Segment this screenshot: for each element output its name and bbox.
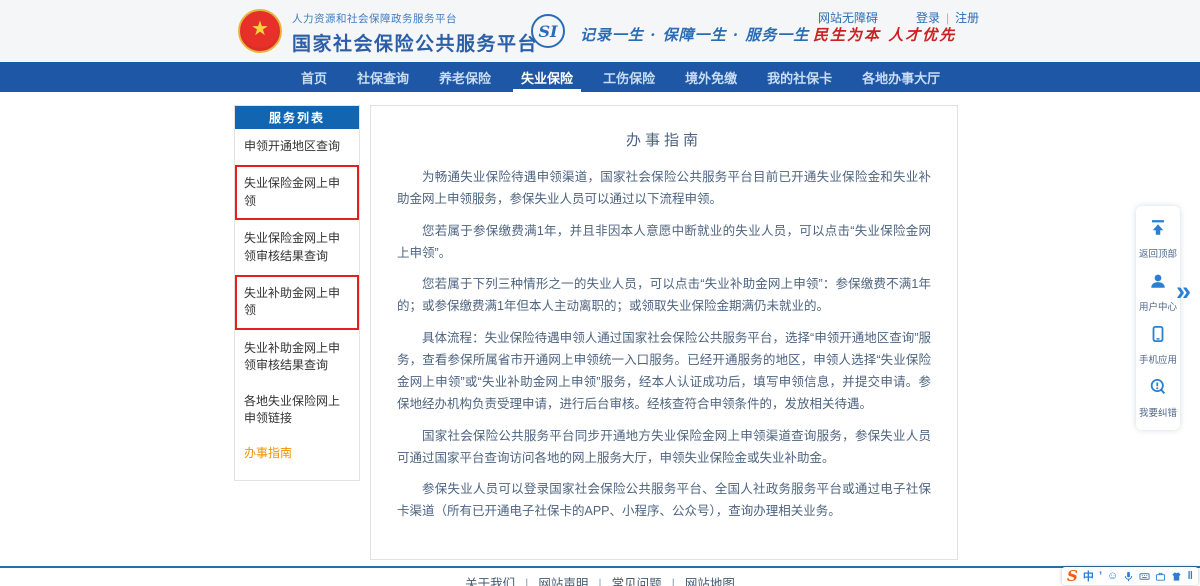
footer-link-statement[interactable]: 网站声明 — [538, 577, 588, 586]
si-slogan: 记录一生 · 保障一生 · 服务一生 — [580, 24, 809, 45]
link-separator: | — [946, 11, 949, 25]
report-error-label: 我要纠错 — [1139, 405, 1177, 419]
service-sidebar: 服务列表 申领开通地区查询 失业保险金网上申领 失业保险金网上申领审核结果查询 … — [234, 105, 360, 481]
guide-paragraph: 参保失业人员可以登录国家社会保险公共服务平台、全国人社政务服务平台或通过电子社保… — [397, 478, 931, 523]
back-to-top-label: 返回顶部 — [1139, 246, 1177, 260]
nav-item-home[interactable]: 首页 — [286, 62, 342, 92]
ime-toolbar: S 中 ’ ☺ ‖ — [1062, 567, 1198, 585]
nav-item-overseas-exemption[interactable]: 境外免缴 — [670, 62, 752, 92]
nav-item-work-injury[interactable]: 工伤保险 — [588, 62, 670, 92]
voice-input-icon[interactable] — [1123, 571, 1134, 582]
nav-item-pension[interactable]: 养老保险 — [424, 62, 506, 92]
sidebar-item-insurance-claim-result[interactable]: 失业保险金网上申领审核结果查询 — [235, 221, 359, 274]
platform-subtitle: 人力资源和社会保障政务服务平台 — [292, 11, 538, 26]
toolbox-icon[interactable] — [1155, 571, 1166, 582]
main-nav: 首页 社保查询 养老保险 失业保险 工伤保险 境外免缴 我的社保卡 各地办事大厅 — [0, 62, 1200, 92]
nav-item-my-card[interactable]: 我的社保卡 — [752, 62, 847, 92]
guide-title: 办事指南 — [397, 129, 931, 150]
guide-paragraph: 您若属于参保缴费满1年，并且非因本人意愿中断就业的失业人员，可以点击“失业保险金… — [397, 220, 931, 265]
mobile-app-button[interactable]: 手机应用 — [1136, 319, 1180, 372]
annotation-box-insurance-claim: 失业保险金网上申领 — [235, 165, 359, 220]
footer-link-sitemap[interactable]: 网站地图 — [685, 577, 735, 586]
guide-paragraph: 具体流程：失业保险待遇申领人通过国家社会保险公共服务平台，选择“申领开通地区查询… — [397, 327, 931, 416]
sidebar-item-region-query[interactable]: 申领开通地区查询 — [235, 129, 359, 164]
sidebar-item-subsidy-online-claim[interactable]: 失业补助金网上申领 — [237, 277, 357, 328]
sidebar-item-subsidy-claim-result[interactable]: 失业补助金网上申领审核结果查询 — [235, 331, 359, 384]
sogou-logo-icon[interactable]: S — [1067, 567, 1078, 585]
nav-item-social-query[interactable]: 社保查询 — [342, 62, 424, 92]
platform-title: 国家社会保险公共服务平台 — [292, 29, 538, 56]
keyboard-icon[interactable] — [1139, 571, 1150, 582]
sidebar-item-local-links[interactable]: 各地失业保险网上申领链接 — [235, 384, 359, 437]
mobile-app-label: 手机应用 — [1139, 352, 1177, 366]
toolbar-collapse-chevron-icon[interactable]: » — [1176, 276, 1191, 307]
user-icon — [1149, 272, 1167, 295]
guide-panel: 办事指南 为畅通失业保险待遇申领渠道，国家社会保险公共服务平台目前已开通失业保险… — [370, 105, 958, 560]
register-link[interactable]: 注册 — [955, 9, 979, 26]
site-header: ★ 人力资源和社会保障政务服务平台 国家社会保险公共服务平台 SI 记录一生 ·… — [0, 0, 1200, 62]
sidebar-title: 服务列表 — [235, 106, 359, 129]
nav-item-local-halls[interactable]: 各地办事大厅 — [847, 62, 955, 92]
emoji-icon[interactable]: ☺ — [1107, 570, 1118, 582]
phone-icon — [1149, 325, 1167, 348]
footer-link-faq[interactable]: 常见问题 — [612, 577, 662, 586]
site-title-block: 人力资源和社会保障政务服务平台 国家社会保险公共服务平台 — [292, 11, 538, 56]
footer-divider — [0, 566, 1200, 568]
si-logo-icon: SI — [531, 14, 565, 48]
guide-paragraph: 您若属于下列三种情形之一的失业人员，可以点击“失业补助金网上申领”：参保缴费不满… — [397, 273, 931, 318]
nav-item-unemployment[interactable]: 失业保险 — [506, 62, 588, 92]
sidebar-item-insurance-online-claim[interactable]: 失业保险金网上申领 — [237, 167, 357, 218]
page: ★ 人力资源和社会保障政务服务平台 国家社会保险公共服务平台 SI 记录一生 ·… — [0, 0, 1200, 586]
resize-handle-icon[interactable]: ‖ — [1188, 570, 1193, 582]
guide-paragraph: 为畅通失业保险待遇申领渠道，国家社会保险公共服务平台目前已开通失业保险金和失业补… — [397, 166, 931, 211]
skin-icon[interactable] — [1171, 571, 1182, 582]
chinese-mode-icon[interactable]: 中 — [1083, 568, 1094, 584]
back-to-top-button[interactable]: 返回顶部 — [1136, 213, 1180, 266]
footer-link-about[interactable]: 关于我们 — [465, 577, 515, 586]
annotation-box-subsidy-claim: 失业补助金网上申领 — [235, 275, 359, 330]
report-error-button[interactable]: 我要纠错 — [1136, 372, 1180, 425]
sidebar-item-guide[interactable]: 办事指南 — [235, 436, 359, 471]
national-emblem-icon: ★ — [238, 9, 282, 53]
user-center-button[interactable]: 用户中心 — [1136, 266, 1180, 319]
report-error-icon — [1149, 378, 1167, 401]
floating-toolbar: 返回顶部 用户中心 手机应用 我要纠错 — [1136, 206, 1180, 430]
user-center-label: 用户中心 — [1139, 299, 1177, 313]
guide-paragraph: 国家社会保险公共服务平台同步开通地方失业保险金网上申领渠道查询服务，参保失业人员… — [397, 425, 931, 470]
back-to-top-icon — [1149, 219, 1167, 242]
apostrophe-icon[interactable]: ’ — [1099, 570, 1102, 582]
footer-links: 关于我们|网站声明|常见问题|网站地图 — [0, 573, 1200, 586]
motto-calligraphy: 民生为本 人才优先 — [813, 24, 956, 45]
